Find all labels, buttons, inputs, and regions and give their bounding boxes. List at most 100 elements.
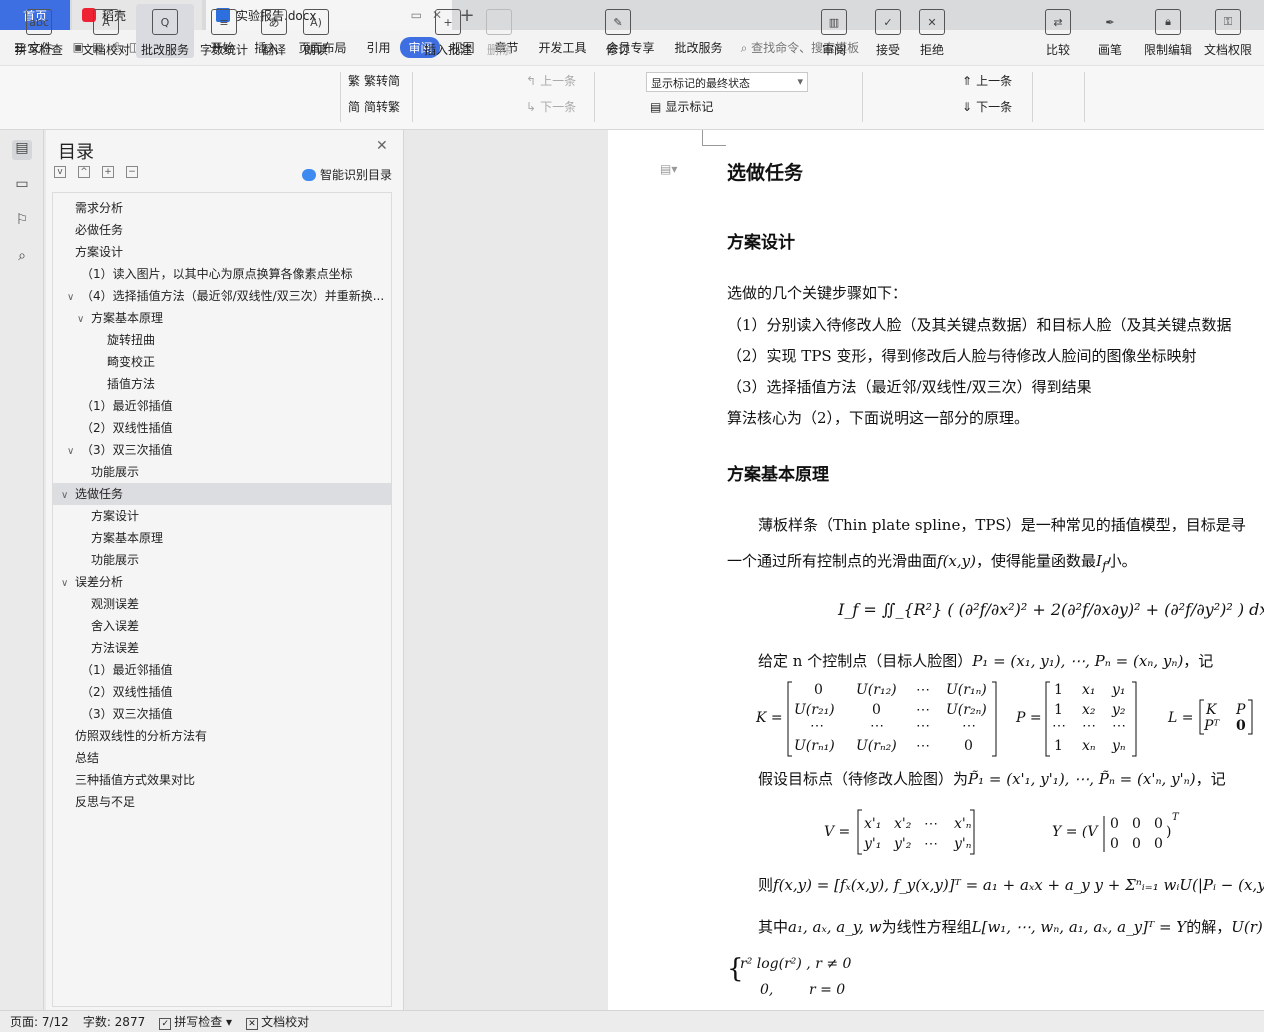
chapter-nav-icon[interactable]: ▭	[12, 176, 32, 196]
next-change-button[interactable]: ⇓ 下一条	[962, 98, 1012, 115]
toc-item[interactable]: 方案设计	[53, 505, 391, 527]
toc-item[interactable]: 观测误差	[53, 593, 391, 615]
status-spell-check[interactable]: ✓ 拼写检查 ▾	[159, 1013, 232, 1030]
toc-item[interactable]: 畸变校正	[53, 351, 391, 373]
status-doc-check[interactable]: ✕ 文档校对	[246, 1013, 309, 1030]
toc-item[interactable]: ∨ （3）双三次插值	[53, 439, 391, 461]
piecewise-line-2: 0, r = 0	[760, 982, 846, 998]
word-count-button[interactable]: ≡ 字数统计	[198, 4, 250, 58]
paragraph-icon[interactable]: ▤▾	[660, 162, 677, 176]
read-aloud-icon: A)	[303, 9, 329, 35]
toc-item[interactable]: （1）读入图片，以其中心为原点换算各像素点坐标	[53, 263, 391, 285]
bookmark-icon[interactable]: ⚐	[12, 212, 32, 232]
matrix-p-cell: ⋯	[1052, 718, 1066, 734]
matrix-k-cell: U(r₂ₙ)	[946, 702, 987, 718]
review-pane-button[interactable]: ▥ 审阅	[816, 4, 852, 58]
toc-item[interactable]: ∨ 误差分析	[53, 571, 391, 593]
toc-item[interactable]: 方案基本原理	[53, 527, 391, 549]
matrix-k-cell: ⋯	[916, 738, 930, 754]
accept-button[interactable]: ✓ 接受	[870, 4, 906, 58]
toc-item[interactable]: （3）双三次插值	[53, 703, 391, 725]
toc-item[interactable]: 仿照双线性的分析方法有	[53, 725, 391, 747]
comment-delete-icon	[486, 9, 512, 35]
menu-correction[interactable]: 批改服务	[665, 39, 733, 56]
toc-item[interactable]: 三种插值方式效果对比	[53, 769, 391, 791]
comment-plus-icon: +	[435, 9, 461, 35]
read-aloud-button[interactable]: A) 朗读	[298, 4, 334, 58]
toc-item[interactable]: 功能展示	[53, 461, 391, 483]
translate-button[interactable]: あ翻译	[254, 4, 294, 58]
markup-state-select[interactable]: 显示标记的最终状态 ▾	[646, 72, 808, 92]
translate-label: 翻译	[261, 43, 286, 57]
chevron-down-icon[interactable]: ∨	[77, 309, 91, 329]
prev-change-button[interactable]: ⇑ 上一条	[962, 72, 1012, 89]
spell-check-button[interactable]: abc 拼写检查	[8, 4, 70, 58]
matrix-k-cell: U(r₂₁)	[794, 702, 835, 718]
matrix-k-cell: 0	[814, 682, 823, 698]
toc-item[interactable]: （2）双线性插值	[53, 681, 391, 703]
toc-item-label: （1）读入图片，以其中心为原点换算各像素点坐标	[81, 267, 353, 281]
para2-text-3: 小。	[1106, 552, 1137, 570]
review-service-button[interactable]: Q 批改服务	[136, 4, 194, 58]
reject-button[interactable]: ✕ 拒绝	[914, 4, 950, 58]
toc-item[interactable]: （2）双线性插值	[53, 417, 391, 439]
matrix-k-cell: U(r₁₂)	[856, 682, 897, 698]
doc-check-button[interactable]: A 文档校对	[78, 4, 134, 58]
simp-to-trad-button[interactable]: 简简转繁	[348, 98, 400, 115]
toc-item[interactable]: 舍入误差	[53, 615, 391, 637]
trad-to-simp-button[interactable]: 繁繁转简	[348, 72, 400, 89]
chevron-down-icon[interactable]: ∨	[61, 485, 75, 505]
toc-item[interactable]: 方案设计	[53, 241, 391, 263]
compare-label: 比较	[1045, 43, 1070, 57]
toc-item[interactable]: 需求分析	[53, 197, 391, 219]
reject-label: 拒绝	[919, 43, 944, 57]
restrict-edit-button[interactable]: 🔒︎ 限制编辑	[1140, 4, 1196, 58]
toc-item[interactable]: 总结	[53, 747, 391, 769]
toc-item[interactable]: ∨ 选做任务	[53, 483, 391, 505]
remove-level-icon[interactable]: −	[126, 166, 138, 178]
compare-button[interactable]: ⇄ 比较	[1040, 4, 1076, 58]
toc-item[interactable]: ∨ 方案基本原理	[53, 307, 391, 329]
doc-permission-button[interactable]: ⚿ 文档权限	[1200, 4, 1256, 58]
prev-comment-label: 上一条	[540, 74, 577, 88]
chevron-down-icon[interactable]: ∨	[67, 441, 81, 461]
doc-intro: 选做的几个关键步骤如下：	[727, 284, 908, 302]
menu-reference[interactable]: 引用	[356, 39, 400, 56]
search-panel-icon[interactable]: ⌕	[12, 248, 32, 268]
toc-item[interactable]: 插值方法	[53, 373, 391, 395]
matrix-p-cell: x₁	[1082, 682, 1096, 698]
collapse-all-icon[interactable]: v	[54, 166, 66, 178]
pen-button[interactable]: ✒ 画笔	[1092, 4, 1128, 58]
insert-comment-button[interactable]: + 插入批注	[420, 4, 476, 58]
smart-toc-button[interactable]: 智能识别目录	[302, 166, 392, 183]
toc-item-label: 方案基本原理	[91, 311, 164, 325]
track-changes-button[interactable]: ✎ 修订	[600, 4, 636, 58]
delete-comment-button[interactable]: 删除	[480, 4, 518, 58]
toc-item[interactable]: 方法误差	[53, 637, 391, 659]
status-spell-label: 拼写检查	[174, 1015, 223, 1029]
chevron-down-icon[interactable]: ∨	[61, 573, 75, 593]
toc-item[interactable]: （1）最近邻插值	[53, 395, 391, 417]
doc-check-label: 文档校对	[81, 43, 130, 57]
close-icon[interactable]: ✕	[376, 138, 388, 154]
toc-item[interactable]: 必做任务	[53, 219, 391, 241]
toc-item[interactable]: 反思与不足	[53, 791, 391, 813]
matrix-p-cell: xₙ	[1082, 738, 1096, 754]
chevron-down-icon[interactable]: ∨	[67, 287, 81, 307]
prev-comment-button[interactable]: ↰ 上一条	[526, 72, 576, 89]
next-comment-button[interactable]: ↳ 下一条	[526, 98, 576, 115]
toc-item[interactable]: 功能展示	[53, 549, 391, 571]
menu-devtools[interactable]: 开发工具	[529, 39, 597, 56]
matrix-k-cell: U(rₙ₁)	[794, 738, 835, 754]
toc-item[interactable]: ∨ （4）选择插值方法（最近邻/双线性/双三次）并重新换...	[53, 285, 391, 307]
toc-panel-icon[interactable]: ▤	[12, 140, 32, 160]
add-level-icon[interactable]: +	[102, 166, 114, 178]
toc-item-label: 功能展示	[91, 465, 140, 479]
show-markup-button[interactable]: ▤ 显示标记	[650, 98, 713, 115]
toc-item[interactable]: （1）最近邻插值	[53, 659, 391, 681]
toc-item-label: 插值方法	[107, 377, 156, 391]
page-indicator[interactable]: 页面: 7/12	[10, 1013, 69, 1030]
expand-icon[interactable]: ^	[78, 166, 90, 178]
toc-item[interactable]: 旋转扭曲	[53, 329, 391, 351]
word-count[interactable]: 字数: 2877	[83, 1013, 145, 1030]
